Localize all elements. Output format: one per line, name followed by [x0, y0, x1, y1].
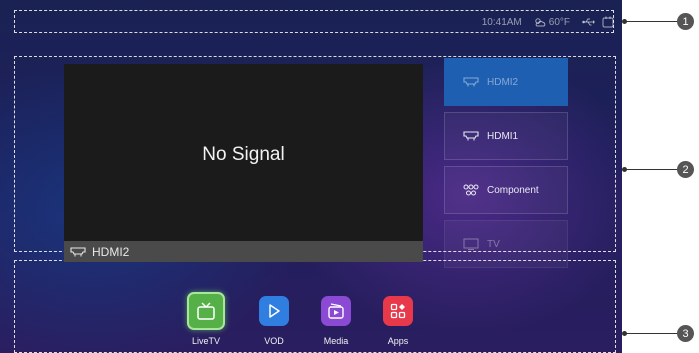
source-label: TV — [487, 238, 500, 250]
vod-tile — [259, 296, 289, 326]
usb-icon — [582, 18, 595, 26]
callout-line — [625, 333, 677, 334]
current-source-label: HDMI2 — [92, 244, 130, 259]
hdmi-icon — [463, 77, 479, 87]
hdmi-icon — [70, 246, 86, 256]
source-item-hdmi1[interactable]: HDMI1 — [444, 112, 568, 160]
callout-1: 1 — [677, 13, 694, 30]
callout-3: 3 — [677, 325, 694, 342]
hdmi-icon — [463, 131, 479, 141]
weather: 60°F — [534, 17, 570, 28]
status-icons — [582, 16, 614, 28]
dock-item-vod[interactable]: VOD — [252, 296, 296, 346]
dock-label: Media — [323, 336, 349, 346]
livetv-tile — [187, 292, 225, 330]
no-signal-message: No Signal — [202, 144, 285, 165]
dock-item-livetv[interactable]: LiveTV — [184, 292, 228, 346]
source-item-hdmi2[interactable]: HDMI2 — [444, 58, 568, 106]
cast-icon — [602, 16, 614, 28]
callout-line — [625, 169, 677, 170]
source-item-tv[interactable]: TV — [444, 220, 568, 268]
current-source-bar: HDMI2 — [64, 241, 423, 262]
play-icon — [269, 304, 280, 318]
weather-icon — [535, 18, 546, 27]
temperature: 60°F — [548, 16, 570, 28]
app-dock: LiveTV VOD Media Apps — [184, 292, 424, 353]
component-icon — [463, 184, 479, 196]
source-item-component[interactable]: Component — [444, 166, 568, 214]
media-icon — [328, 303, 344, 319]
dock-item-media[interactable]: Media — [314, 296, 358, 346]
callout-2: 2 — [677, 161, 694, 178]
clock: 10:41AM — [481, 16, 522, 28]
dock-label: VOD — [264, 336, 284, 346]
media-tile — [321, 296, 351, 326]
dock-item-apps[interactable]: Apps — [376, 296, 420, 346]
dock-label: LiveTV — [191, 336, 220, 346]
apps-icon — [390, 303, 406, 319]
apps-tile — [383, 296, 413, 326]
source-label: HDMI2 — [487, 76, 519, 88]
tv-screen: 10:41AM 60°F No Signal HDMI2 HDMI2 HDMI1… — [0, 0, 622, 353]
tv-icon — [463, 238, 479, 250]
source-label: Component — [487, 184, 539, 196]
source-preview[interactable]: No Signal HDMI2 — [64, 64, 423, 262]
dock-label: Apps — [387, 336, 409, 346]
source-label: HDMI1 — [487, 130, 519, 142]
livetv-icon — [197, 302, 215, 320]
callout-line — [625, 21, 677, 22]
status-bar: 10:41AM 60°F — [482, 13, 614, 31]
